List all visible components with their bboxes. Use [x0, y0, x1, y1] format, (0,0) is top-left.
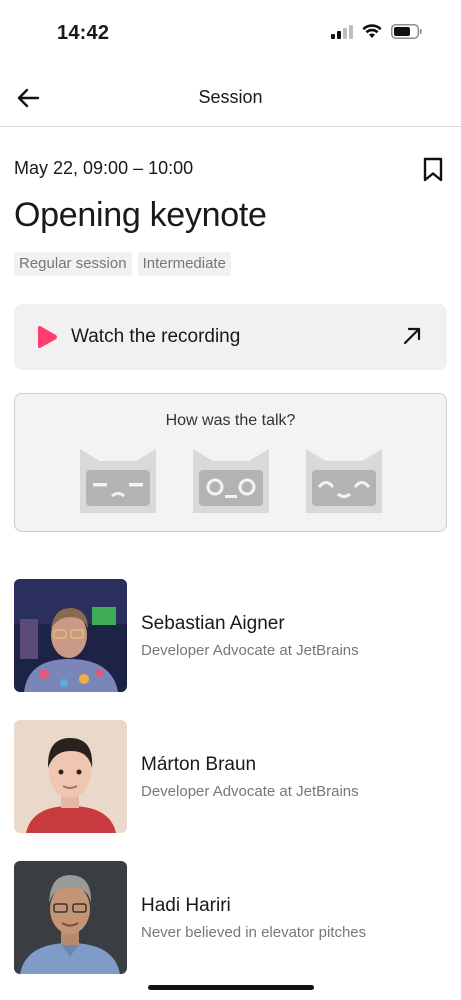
neutral-rating-icon[interactable]: [193, 449, 269, 513]
bookmark-icon: [423, 157, 443, 181]
speaker-role: Never believed in elevator pitches: [141, 924, 367, 941]
speaker-role: Developer Advocate at JetBrains: [141, 783, 359, 800]
speaker-item[interactable]: Márton Braun Developer Advocate at JetBr…: [14, 720, 447, 833]
home-indicator: [148, 985, 314, 990]
speaker-role: Developer Advocate at JetBrains: [141, 642, 359, 659]
session-title: Opening keynote: [14, 196, 267, 234]
bad-rating-icon[interactable]: [80, 449, 156, 513]
good-rating-icon[interactable]: [306, 449, 382, 513]
status-time: 14:42: [57, 22, 110, 44]
speaker-photo: [14, 861, 127, 974]
session-datetime: May 22, 09:00 – 10:00: [14, 158, 194, 178]
speaker-name: Sebastian Aigner: [141, 613, 285, 634]
speaker-item[interactable]: Hadi Hariri Never believed in elevator p…: [14, 861, 447, 974]
play-icon: [38, 326, 57, 348]
battery-icon: [391, 24, 422, 39]
status-icons: [331, 24, 423, 39]
wifi-icon: [362, 24, 382, 38]
speaker-name: Márton Braun: [141, 754, 257, 775]
feedback-card: How was the talk?: [14, 393, 447, 532]
tag-session-type: Regular session: [14, 252, 132, 276]
status-bar: 14:42: [0, 0, 461, 66]
tag-level: Intermediate: [137, 252, 231, 276]
signal-icon: [331, 24, 353, 39]
watch-recording-button[interactable]: Watch the recording: [14, 304, 447, 370]
speaker-photo: [14, 720, 127, 833]
session-tags: Regular session Intermediate: [14, 252, 231, 276]
feedback-question: How was the talk?: [165, 412, 296, 429]
speaker-item[interactable]: Sebastian Aigner Developer Advocate at J…: [14, 579, 447, 692]
external-arrow-icon: [403, 327, 421, 345]
bookmark-button[interactable]: [420, 155, 446, 183]
page-title: Session: [198, 87, 263, 107]
speaker-photo: [14, 579, 127, 692]
nav-bar: Session: [0, 66, 461, 127]
speaker-name: Hadi Hariri: [141, 895, 231, 916]
watch-recording-label: Watch the recording: [71, 326, 241, 347]
